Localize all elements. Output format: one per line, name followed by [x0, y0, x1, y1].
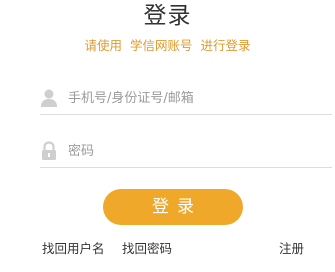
user-icon: [40, 88, 58, 108]
login-page: 登录 请使用 学信网账号 进行登录 登录 找回用户名 找回密码 注册: [0, 0, 335, 272]
username-input[interactable]: [68, 86, 324, 110]
recover-username-link[interactable]: 找回用户名: [42, 240, 105, 258]
username-field: [40, 82, 332, 115]
password-field: [40, 135, 332, 168]
login-subtitle: 请使用 学信网账号 进行登录: [84, 38, 251, 53]
password-input[interactable]: [68, 139, 324, 163]
page-title: 登录: [143, 3, 192, 29]
login-button[interactable]: 登录: [103, 189, 243, 225]
recover-password-link[interactable]: 找回密码: [122, 240, 172, 258]
lock-icon: [40, 141, 58, 161]
register-link[interactable]: 注册: [279, 240, 304, 258]
